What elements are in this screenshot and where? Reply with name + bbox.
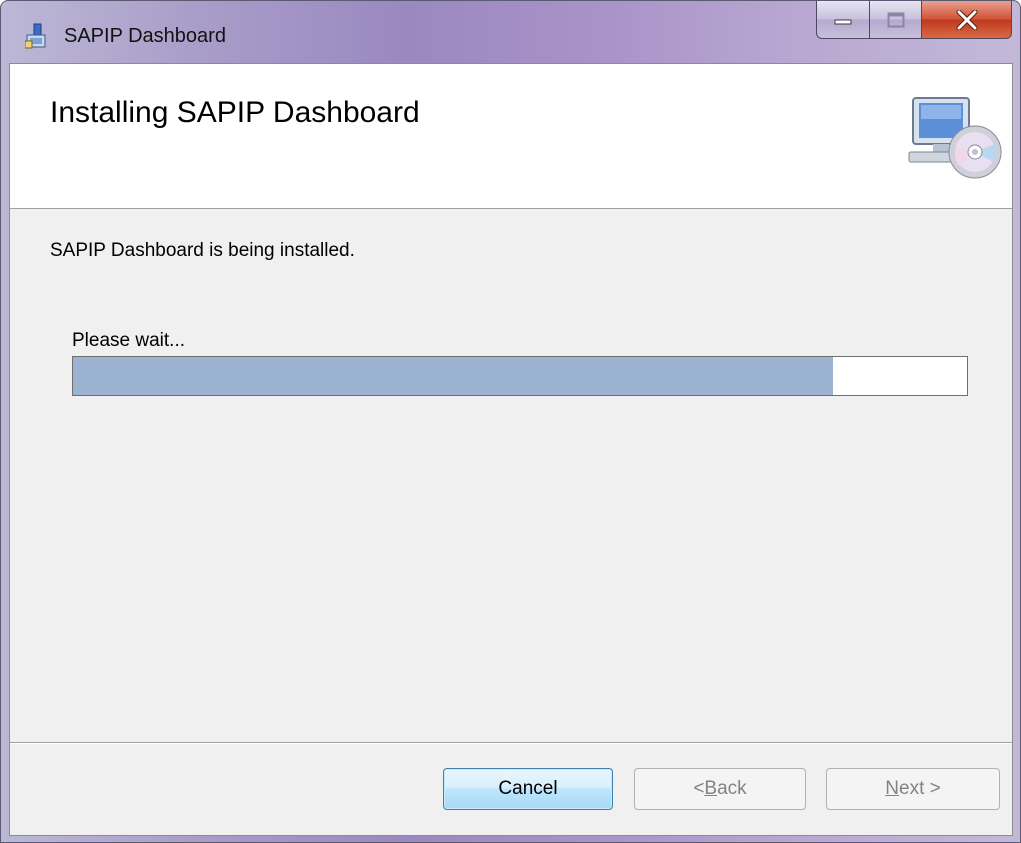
progress-fill <box>73 357 833 395</box>
next-button-rest: ext > <box>899 778 941 799</box>
footer-separator <box>10 742 1012 744</box>
close-button[interactable] <box>922 1 1012 39</box>
wait-label: Please wait... <box>72 330 185 351</box>
page-title: Installing SAPIP Dashboard <box>50 96 420 129</box>
installer-icon <box>25 23 46 49</box>
status-message: SAPIP Dashboard is being installed. <box>50 240 355 261</box>
back-button[interactable]: < Back <box>634 768 806 810</box>
next-button[interactable]: Next > <box>826 768 1000 810</box>
minimize-button[interactable] <box>816 1 870 39</box>
maximize-icon <box>887 12 904 27</box>
cancel-button[interactable]: Cancel <box>443 768 613 810</box>
back-button-rest: ack <box>717 778 747 799</box>
computer-cd-icon <box>908 97 1002 179</box>
back-button-prefix: < <box>693 778 705 799</box>
next-button-mnemonic: N <box>885 778 899 799</box>
window-title: SAPIP Dashboard <box>64 25 226 47</box>
title-bar[interactable]: SAPIP Dashboard <box>1 1 1020 63</box>
caption-buttons <box>816 1 1012 41</box>
back-button-mnemonic: B <box>704 778 718 799</box>
installer-content: Installing SAPIP Dashboard SAPIP Dashboa… <box>9 63 1013 836</box>
maximize-button[interactable] <box>870 1 922 39</box>
close-icon <box>956 9 977 30</box>
installer-window: SAPIP Dashboard Installing SAPIP Dashboa… <box>0 0 1021 843</box>
minimize-icon <box>834 19 852 24</box>
header-banner: Installing SAPIP Dashboard <box>10 64 1012 209</box>
progress-bar <box>72 356 968 396</box>
